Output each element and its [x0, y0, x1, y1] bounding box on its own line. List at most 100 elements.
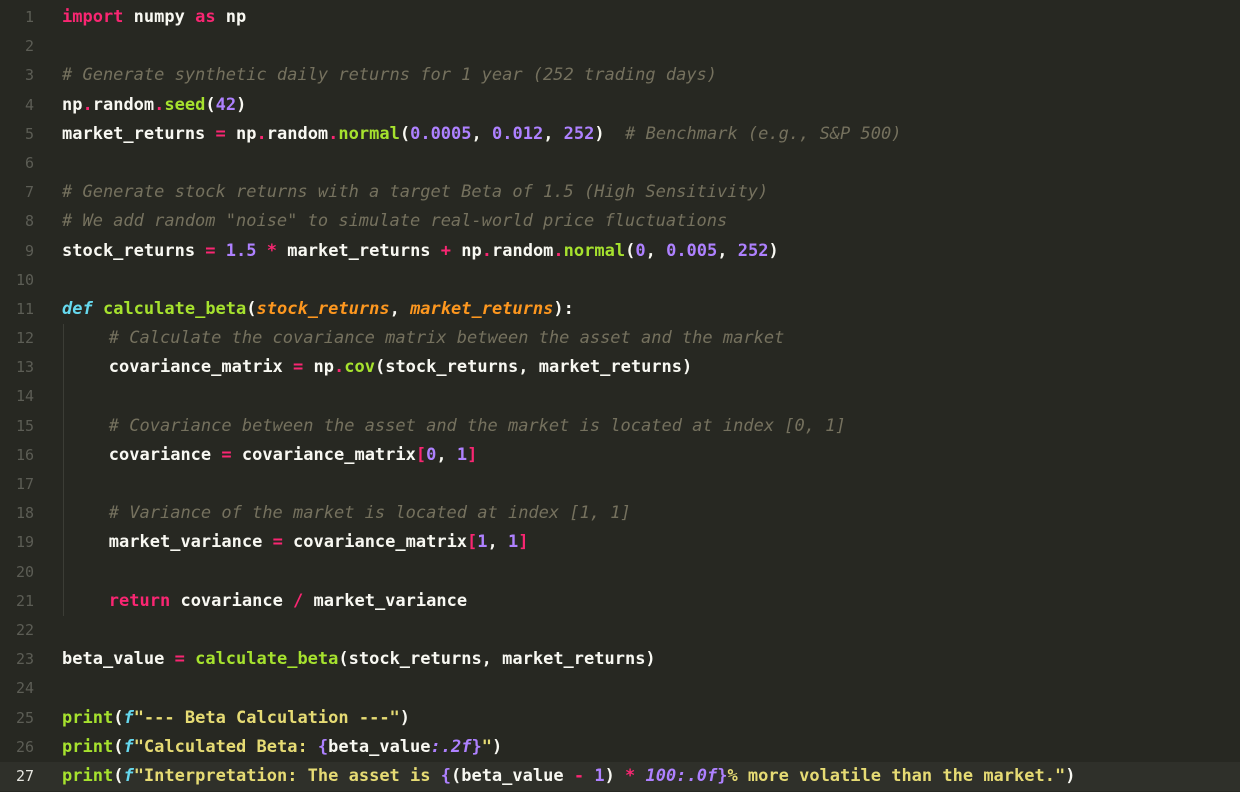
code-token: .	[82, 94, 93, 115]
code-token: ,	[436, 444, 457, 465]
code-token: ]	[467, 444, 478, 465]
line-number: 27	[15, 766, 34, 785]
line-code: covariance_matrix = np.cov(stock_returns…	[109, 353, 692, 382]
line-code: # We add random "noise" to simulate real…	[62, 207, 727, 236]
code-token: covariance	[170, 590, 294, 611]
code-line[interactable]: 13 covariance_matrix = np.cov(stock_retur…	[0, 353, 1240, 383]
code-token: 0	[635, 240, 646, 261]
line-code: beta_value = calculate_beta(stock_return…	[62, 645, 656, 674]
code-line[interactable]: 23 beta_value = calculate_beta(stock_retu…	[0, 645, 1240, 674]
code-line[interactable]: 26 print(f"Calculated Beta: {beta_value:.…	[0, 733, 1240, 762]
code-line[interactable]: 21 return covariance / market_variance	[0, 586, 1240, 616]
line-code: # Calculate the covariance matrix betwee…	[109, 324, 785, 353]
line-number: 17	[15, 475, 34, 493]
code-line[interactable]: 27 print(f"Interpretation: The asset is {…	[0, 761, 1240, 792]
line-number: 22	[15, 620, 34, 639]
code-token: % more volatile than the market."	[727, 765, 1066, 786]
code-line[interactable]: 6	[0, 149, 1240, 178]
code-line[interactable]: 22	[0, 616, 1240, 645]
code-line[interactable]: 2	[0, 32, 1240, 61]
code-line[interactable]: 11 def calculate_beta(stock_returns, mark…	[0, 295, 1240, 324]
code-line[interactable]: 8 # We add random "noise" to simulate rea…	[0, 207, 1240, 236]
line-number: 4	[24, 95, 34, 114]
line-number: 5	[24, 124, 34, 143]
code-token: # Covariance between the asset and the m…	[108, 415, 846, 436]
code-line[interactable]: 19 market_variance = covariance_matrix[1,…	[0, 528, 1240, 558]
code-token: 1	[508, 532, 519, 553]
code-token: (	[113, 736, 124, 757]
code-token: random	[266, 123, 329, 144]
code-token: 1	[456, 444, 468, 465]
code-token: -	[573, 765, 585, 786]
code-token: normal	[563, 240, 626, 261]
code-line[interactable]: 25 print(f"--- Beta Calculation ---")	[0, 704, 1240, 733]
code-token: np	[225, 123, 257, 144]
indent-guide	[63, 382, 64, 412]
code-token: (	[113, 707, 124, 728]
code-token: # Generate stock returns with a target B…	[62, 182, 769, 203]
line-number: 13	[15, 358, 34, 377]
code-token: calculate_beta	[102, 298, 247, 319]
code-token: np	[62, 94, 83, 115]
code-token: =	[293, 357, 304, 378]
code-line[interactable]: 24	[0, 674, 1240, 703]
code-token: market_returns	[277, 240, 441, 261]
code-line[interactable]: 5 market_returns = np.random.normal(0.000…	[0, 120, 1240, 149]
code-token: )	[399, 707, 411, 728]
code-token: import	[62, 7, 124, 27]
code-editor[interactable]: 1 import numpy as np 2 3 # Generate syntheti…	[0, 3, 1240, 792]
code-line[interactable]: 20	[0, 557, 1240, 587]
line-code: # Generate stock returns with a target B…	[62, 178, 768, 207]
code-line[interactable]: 1 import numpy as np	[0, 3, 1240, 32]
code-line[interactable]: 12 # Calculate the covariance matrix betw…	[0, 324, 1240, 354]
code-token: # Variance of the market is located at i…	[108, 503, 631, 524]
code-token: covariance	[108, 444, 222, 465]
code-token: "--- Beta Calculation ---"	[133, 707, 400, 728]
indent-guide	[63, 353, 64, 383]
indent-guide	[63, 528, 64, 558]
line-code: np.random.seed(42)	[62, 91, 246, 120]
code-token: # Generate synthetic daily returns for 1…	[62, 65, 718, 86]
code-line[interactable]: 15 # Covariance between the asset and the…	[0, 411, 1240, 441]
code-token: seed	[164, 94, 206, 115]
code-line[interactable]: 3 # Generate synthetic daily returns for …	[0, 61, 1240, 90]
code-token: ,	[471, 123, 492, 144]
code-token: 100:.0f	[645, 765, 718, 786]
code-token: print	[62, 707, 114, 728]
code-line[interactable]: 17	[0, 470, 1240, 500]
line-number: 24	[15, 679, 34, 698]
indent-guide	[63, 586, 64, 616]
code-token: return	[108, 590, 171, 611]
line-number: 2	[24, 37, 34, 56]
code-line[interactable]: 9 stock_returns = 1.5 * market_returns + …	[0, 237, 1240, 266]
code-token: (	[205, 94, 216, 115]
line-code: import numpy as np	[62, 3, 246, 32]
code-token: }	[717, 765, 728, 786]
code-token: )	[594, 123, 626, 144]
line-code: return covariance / market_variance	[109, 587, 467, 616]
code-token: (stock_returns, market_returns)	[374, 357, 693, 378]
code-token: )	[604, 765, 626, 786]
code-token: ):	[553, 298, 574, 319]
code-token: market_variance	[303, 590, 468, 611]
code-token: print	[62, 765, 114, 786]
code-token: market_returns	[62, 123, 216, 144]
code-line[interactable]: 7 # Generate stock returns with a target …	[0, 178, 1240, 207]
line-code: # Covariance between the asset and the m…	[109, 412, 846, 441]
code-line[interactable]: 10	[0, 266, 1240, 295]
code-token: 252	[563, 123, 595, 144]
code-line[interactable]: 16 covariance = covariance_matrix[0, 1]	[0, 440, 1240, 470]
code-token: )	[491, 736, 503, 757]
code-token: *	[266, 240, 278, 261]
code-token: {	[317, 736, 329, 757]
line-number: 23	[15, 650, 34, 669]
code-token: +	[440, 240, 452, 261]
line-number: 18	[15, 504, 34, 523]
code-line[interactable]: 14	[0, 382, 1240, 412]
code-line[interactable]: 18 # Variance of the market is located at…	[0, 499, 1240, 529]
code-token: )	[236, 94, 247, 115]
code-line[interactable]: 4 np.random.seed(42)	[0, 91, 1240, 120]
code-token: =	[215, 123, 226, 144]
indent-guide	[63, 324, 64, 354]
